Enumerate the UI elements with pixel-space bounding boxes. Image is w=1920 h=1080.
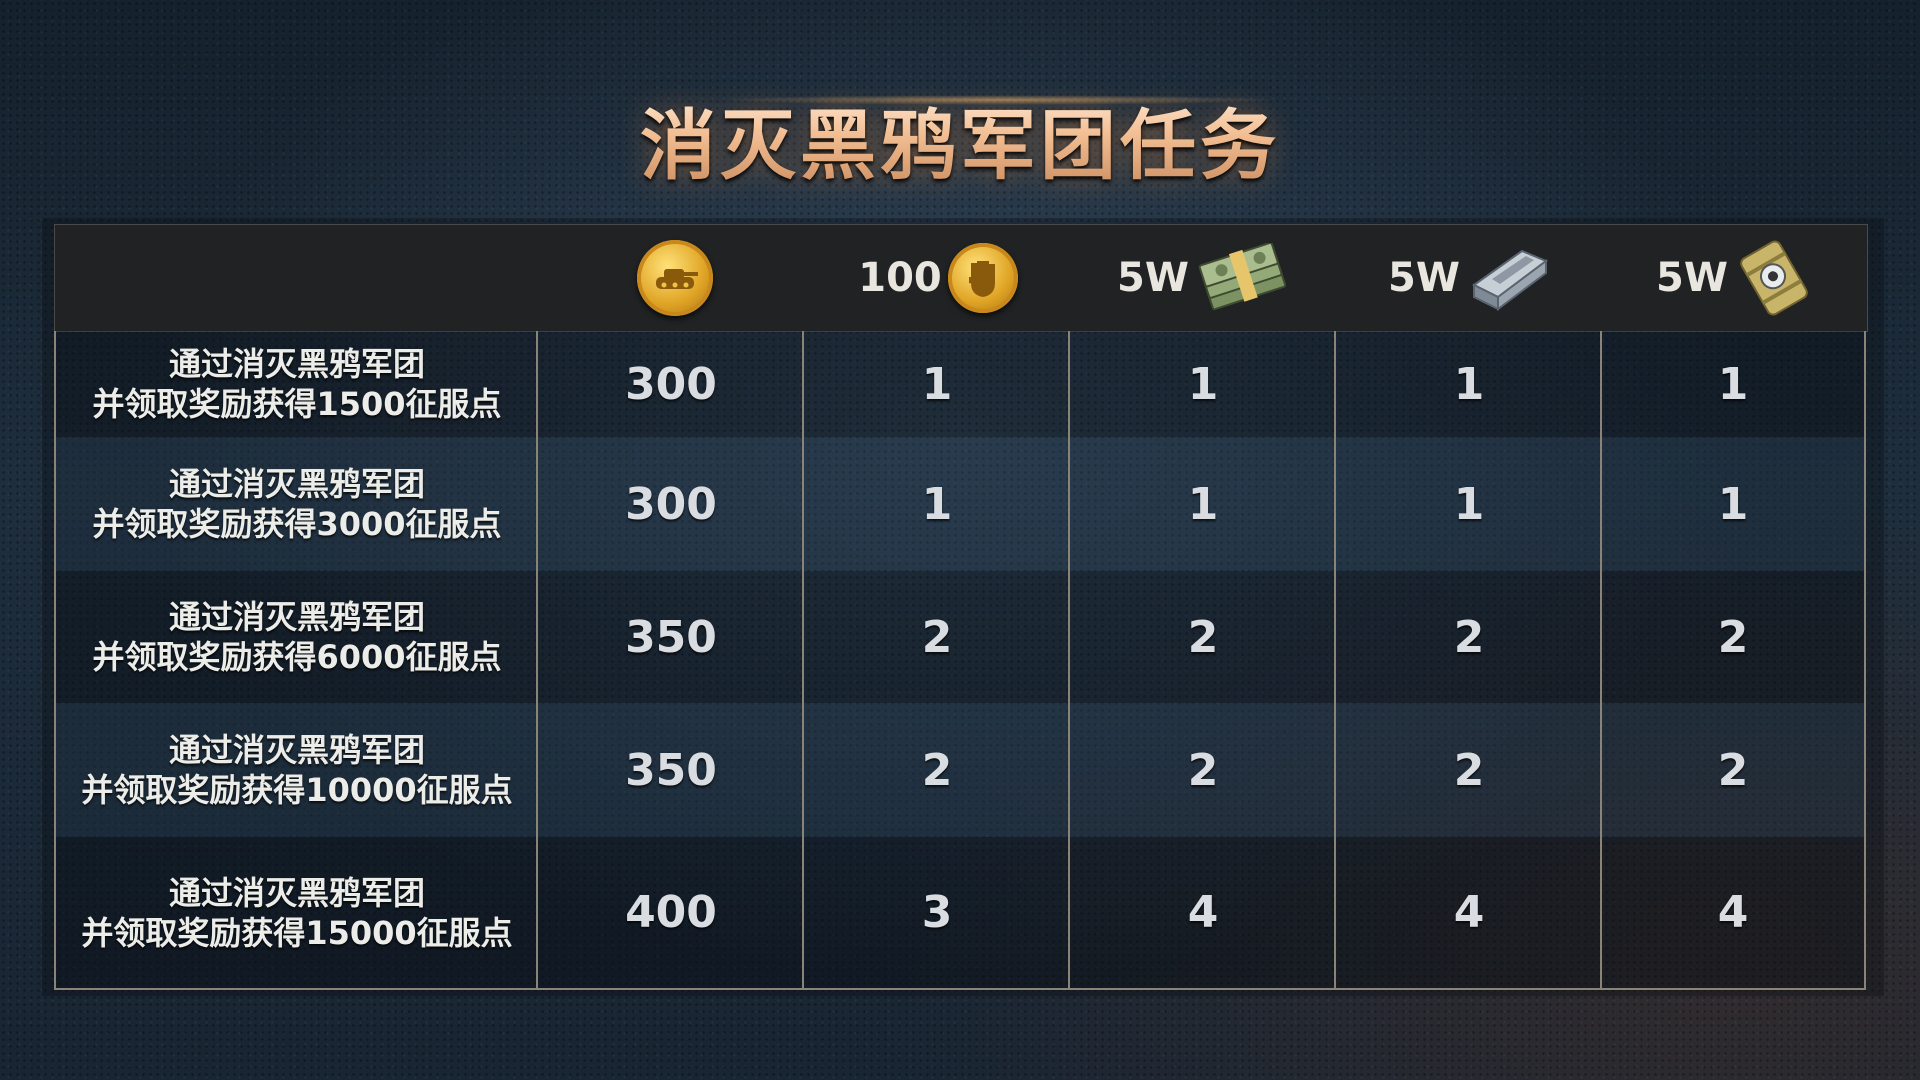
reward-cash: 1 (1187, 358, 1219, 410)
reward-fuel: 2 (1717, 744, 1749, 796)
task-description: 通过消灭黑鸦军团 并领取奖励获得6000征服点 (56, 571, 538, 703)
task-description: 通过消灭黑鸦军团 并领取奖励获得10000征服点 (56, 703, 538, 837)
task-line-2: 并领取奖励获得15000征服点 (81, 913, 513, 952)
task-line-2: 并领取奖励获得10000征服点 (81, 771, 513, 809)
reward-fist-coin: 1 (921, 358, 953, 410)
reward-tank-coin: 300 (625, 358, 717, 410)
reward-fuel: 1 (1717, 478, 1749, 530)
reward-fuel: 1 (1717, 358, 1749, 410)
header-col-2-prefix: 100 (858, 255, 942, 301)
table-row: 通过消灭黑鸦军团 并领取奖励获得3000征服点 300 1 1 1 1 (56, 437, 1864, 571)
task-description: 通过消灭黑鸦军团 并领取奖励获得15000征服点 (56, 837, 538, 988)
column-divider (802, 331, 804, 988)
column-divider (1334, 331, 1336, 988)
reward-metal: 1 (1453, 358, 1485, 410)
table-row: 通过消灭黑鸦军团 并领取奖励获得1500征服点 300 1 1 1 1 (56, 331, 1864, 437)
task-line-2: 并领取奖励获得6000征服点 (92, 638, 502, 676)
reward-tank-coin: 350 (625, 744, 717, 796)
reward-tank-coin: 350 (625, 611, 717, 663)
task-line-1: 通过消灭黑鸦军团 (168, 873, 425, 912)
task-description: 通过消灭黑鸦军团 并领取奖励获得3000征服点 (56, 437, 538, 571)
task-line-2: 并领取奖励获得3000征服点 (92, 505, 502, 543)
table-body: 通过消灭黑鸦军团 并领取奖励获得1500征服点 300 1 1 1 1 通过消灭… (54, 331, 1866, 990)
tank-gold-coin-icon (637, 240, 713, 316)
header-col-4-prefix: 5W (1388, 255, 1460, 301)
task-line-1: 通过消灭黑鸦军团 (168, 598, 425, 636)
reward-cash: 2 (1187, 744, 1219, 796)
reward-fuel: 2 (1717, 611, 1749, 663)
task-line-1: 通过消灭黑鸦军团 (168, 345, 425, 383)
header-col-fist-coin: 100 (805, 225, 1071, 331)
reward-tank-coin: 300 (625, 478, 717, 530)
reward-fist-coin: 2 (921, 744, 953, 796)
task-line-1: 通过消灭黑鸦军团 (168, 731, 425, 769)
reward-metal: 1 (1453, 478, 1485, 530)
task-line-1: 通过消灭黑鸦军团 (168, 465, 425, 503)
reward-metal: 2 (1453, 611, 1485, 663)
reward-fist-coin: 1 (921, 478, 953, 530)
task-line-2: 并领取奖励获得1500征服点 (92, 385, 502, 423)
fist-gold-coin-icon (947, 243, 1018, 313)
reward-fist-coin: 3 (921, 887, 953, 938)
page-title: 消灭黑鸦军团任务 (0, 84, 1920, 194)
reward-tank-coin: 400 (625, 887, 717, 938)
reward-metal: 4 (1453, 887, 1485, 938)
reward-cash: 2 (1187, 611, 1219, 663)
reward-cash: 4 (1187, 887, 1219, 938)
reward-fist-coin: 2 (921, 611, 953, 663)
header-col-cash: 5W (1071, 225, 1337, 331)
reward-fuel: 4 (1717, 887, 1749, 938)
reward-cash: 1 (1187, 478, 1219, 530)
metal-ingot-icon (1472, 249, 1548, 311)
header-col-3-prefix: 5W (1117, 255, 1189, 301)
table-header: 100 5W 5W 5W (54, 224, 1868, 332)
column-divider (536, 331, 538, 988)
header-col-5-prefix: 5W (1656, 255, 1728, 301)
table-row: 通过消灭黑鸦军团 并领取奖励获得10000征服点 350 2 2 2 2 (56, 703, 1864, 837)
reward-table: 100 5W 5W 5W 通过消灭黑鸦军团 并领取奖励获得1500征服点 300… (42, 218, 1884, 996)
header-col-fuel: 5W (1603, 225, 1867, 331)
fuel-barrel-icon (1740, 240, 1808, 316)
header-col-tank-coin (539, 225, 805, 331)
table-row: 通过消灭黑鸦军团 并领取奖励获得6000征服点 350 2 2 2 2 (56, 571, 1864, 703)
header-col-metal: 5W (1337, 225, 1603, 331)
column-divider (1068, 331, 1070, 988)
reward-metal: 2 (1453, 744, 1485, 796)
table-row: 通过消灭黑鸦军团 并领取奖励获得15000征服点 400 3 4 4 4 (56, 837, 1864, 988)
column-divider (1600, 331, 1602, 988)
task-description: 通过消灭黑鸦军团 并领取奖励获得1500征服点 (56, 331, 538, 437)
cash-stack-icon (1198, 243, 1287, 311)
